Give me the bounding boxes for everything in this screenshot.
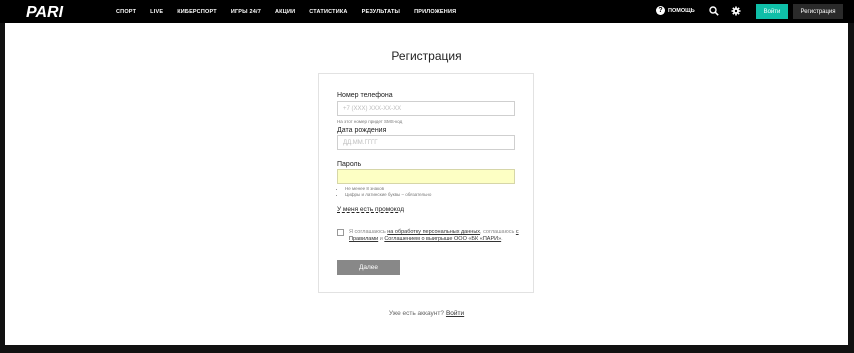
nav-esports[interactable]: КИБЕРСПОРТ [177,9,217,15]
birth-date-label: Дата рождения [337,127,387,134]
password-label: Пароль [337,161,362,168]
password-rules: Не менее 8 знаков Цифры и латинские букв… [341,186,431,198]
consent-checkbox[interactable] [337,229,344,236]
nav-statistics[interactable]: СТАТИСТИКА [309,9,347,15]
password-rule: Цифры и латинские буквы – обязательно [345,192,431,198]
main-content: Регистрация Номер телефона +7 (XXX) XXX-… [5,23,848,345]
consent-text-part: , соглашаюсь [480,229,516,235]
registration-form: Номер телефона +7 (XXX) XXX-XX-XX На это… [318,73,534,293]
promo-code-toggle[interactable]: У меня есть промокод [337,206,404,213]
nav-apps[interactable]: ПРИЛОЖЕНИЯ [414,9,456,15]
phone-label: Номер телефона [337,92,393,99]
page-title: Регистрация [391,49,462,63]
have-account-prompt: Уже есть аккаунт? Войти [5,310,848,317]
help-link[interactable]: ? ПОМОЩЬ [656,6,695,15]
birth-date-input[interactable]: ДД.ММ.ГГГГ [337,135,515,150]
login-link[interactable]: Войти [446,310,464,317]
main-nav: СПОРТ LIVE КИБЕРСПОРТ ИГРЫ 24/7 АКЦИИ СТ… [116,0,470,23]
personal-data-link[interactable]: на обработку персональных данных [387,229,480,235]
nav-live[interactable]: LIVE [150,9,163,15]
password-input[interactable] [337,169,515,184]
winnings-agreement-link[interactable]: Соглашением о выигрыше ООО «БК «ПАРИ» [384,236,501,242]
consent-text-part: Я соглашаюсь [349,229,388,235]
pari-logo[interactable]: PARI [26,3,86,19]
nav-games[interactable]: ИГРЫ 24/7 [231,9,261,15]
nav-results[interactable]: РЕЗУЛЬТАТЫ [362,9,401,15]
consent-text-part: . [501,236,503,242]
nav-sport[interactable]: СПОРТ [116,9,136,15]
top-navigation-bar: PARI СПОРТ LIVE КИБЕРСПОРТ ИГРЫ 24/7 АКЦ… [0,0,854,23]
phone-input[interactable]: +7 (XXX) XXX-XX-XX [337,101,515,116]
login-button[interactable]: Войти [756,4,788,19]
register-button[interactable]: Регистрация [793,4,843,19]
gear-icon[interactable] [731,6,741,16]
phone-hint: На этот номер придет SMS-код [337,119,403,124]
svg-text:PARI: PARI [26,4,64,19]
help-label: ПОМОЩЬ [668,7,695,14]
search-icon[interactable] [709,6,719,16]
next-button[interactable]: Далее [337,260,400,275]
have-account-text: Уже есть аккаунт? [388,310,444,317]
consent-text: Я соглашаюсь на обработку персональных д… [349,229,519,243]
nav-promotions[interactable]: АКЦИИ [275,9,295,15]
help-icon: ? [656,6,665,15]
